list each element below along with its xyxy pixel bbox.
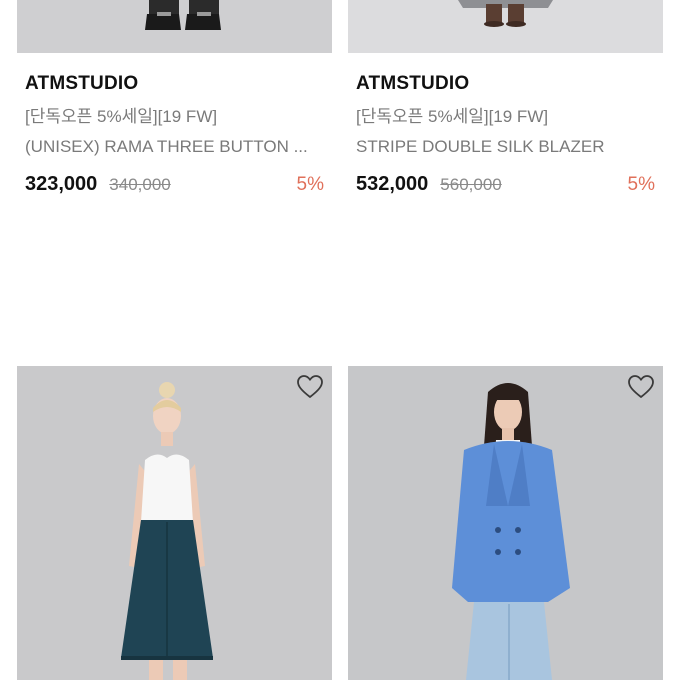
heart-outline-icon[interactable] [627,374,655,400]
product-brand: ATMSTUDIO [25,73,139,94]
product-grid: ATMSTUDIO [단독오픈 5%세일][19 FW] (UNISEX) RA… [0,0,680,680]
discount-percent: 5% [627,174,655,195]
price-row: 532,000 560,000 5% [356,173,655,197]
product-name[interactable]: (UNISEX) RAMA THREE BUTTON ... [25,137,325,157]
product-photo [17,366,332,680]
sale-price: 532,000 [356,173,429,195]
original-price: 340,000 [109,175,171,194]
product-card[interactable] [17,366,332,680]
product-card[interactable]: ATMSTUDIO [단독오픈 5%세일][19 FW] (UNISEX) RA… [17,0,332,197]
sale-price: 323,000 [25,173,98,195]
product-photo [17,0,332,53]
heart-outline-icon[interactable] [296,374,324,400]
product-image[interactable] [17,366,332,680]
product-name[interactable]: STRIPE DOUBLE SILK BLAZER [356,137,656,157]
discount-percent: 5% [296,174,324,195]
product-brand: ATMSTUDIO [356,73,470,94]
product-photo [348,0,663,53]
product-promo-tag: [단독오픈 5%세일][19 FW] [356,107,549,126]
original-price: 560,000 [440,175,502,194]
product-card[interactable] [348,366,663,680]
product-image[interactable] [348,366,663,680]
product-photo [348,366,663,680]
product-card[interactable]: ATMSTUDIO [단독오픈 5%세일][19 FW] STRIPE DOUB… [348,0,663,197]
price-row: 323,000 340,000 5% [25,173,324,197]
product-image[interactable] [348,0,663,53]
product-image[interactable] [17,0,332,53]
product-promo-tag: [단독오픈 5%세일][19 FW] [25,107,218,126]
